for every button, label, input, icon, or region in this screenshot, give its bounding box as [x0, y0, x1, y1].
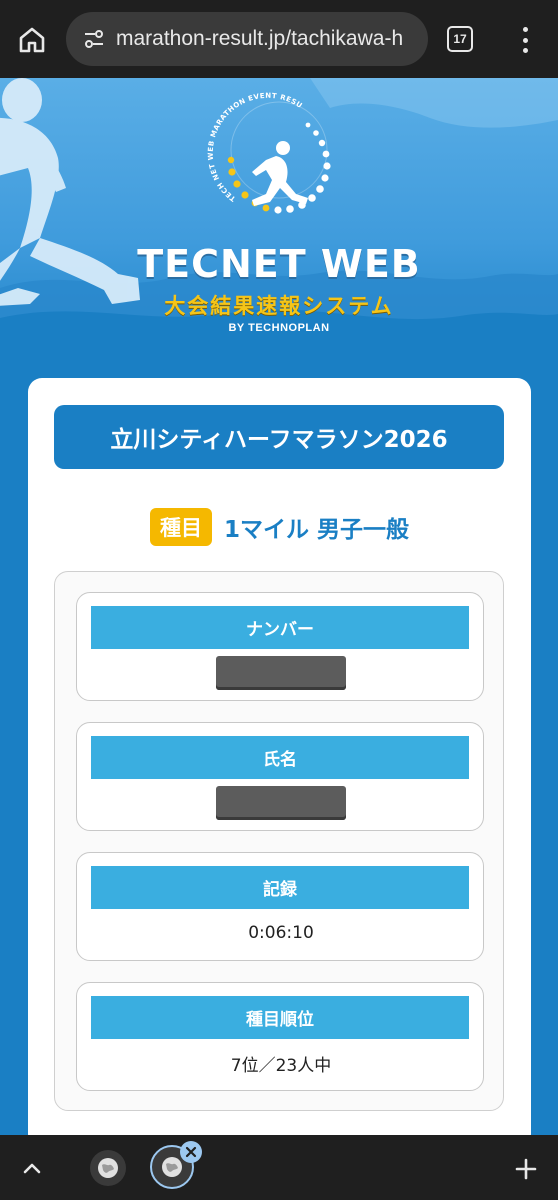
field-label: 氏名: [91, 736, 469, 779]
category-name: 1マイル 男子一般: [223, 517, 409, 543]
hero-banner: TECH NET WEB MARATHON EVENT RESULTS TECN…: [0, 78, 558, 378]
tab-switcher-button[interactable]: 17: [447, 26, 473, 52]
close-tab-icon[interactable]: [180, 1141, 202, 1163]
category-row: 種目 1マイル 男子一般: [28, 508, 531, 546]
url-text: marathon-result.jp/tachikawa-h: [116, 27, 404, 50]
event-title: 立川シティハーフマラソン2026: [54, 405, 504, 469]
field-label: ナンバー: [91, 606, 469, 649]
brand-subtitle: 大会結果速報システム: [164, 294, 394, 318]
browser-toolbar: marathon-result.jp/tachikawa-h 17: [0, 0, 558, 78]
more-menu-icon[interactable]: [512, 24, 538, 56]
new-tab-plus-icon[interactable]: [512, 1155, 540, 1183]
brand-by: BY TECHNOPLAN: [228, 322, 330, 334]
chevron-up-icon[interactable]: [18, 1155, 46, 1183]
address-bar[interactable]: marathon-result.jp/tachikawa-h: [66, 12, 428, 66]
brand-title: TECNET WEB: [137, 242, 421, 286]
field-record: 記録 0:06:10: [76, 852, 484, 961]
field-value: 0:06:10: [248, 923, 314, 943]
browser-bottom-bar: [0, 1135, 558, 1200]
tab-thumbnail-globe-icon[interactable]: [90, 1150, 126, 1186]
field-name: 氏名: [76, 722, 484, 831]
field-value-redacted: [77, 785, 485, 821]
field-value-redacted: [77, 655, 485, 691]
category-badge: 種目: [149, 508, 212, 546]
field-number: ナンバー: [76, 592, 484, 701]
redaction-block: [216, 656, 346, 690]
results-panel: ナンバー 氏名 記録 0:06:10 種目順位 7位／23人中: [54, 571, 504, 1111]
field-rank: 種目順位 7位／23人中: [76, 982, 484, 1091]
home-icon[interactable]: [14, 22, 50, 58]
field-value: 7位／23人中: [230, 1055, 332, 1076]
site-settings-icon[interactable]: [72, 12, 116, 66]
redaction-block: [216, 786, 346, 820]
field-label: 種目順位: [91, 996, 469, 1039]
field-label: 記録: [91, 866, 469, 909]
result-card: 立川シティハーフマラソン2026 種目 1マイル 男子一般 ナンバー 氏名 記録…: [28, 378, 531, 1148]
logo-runner-icon: [252, 141, 308, 206]
